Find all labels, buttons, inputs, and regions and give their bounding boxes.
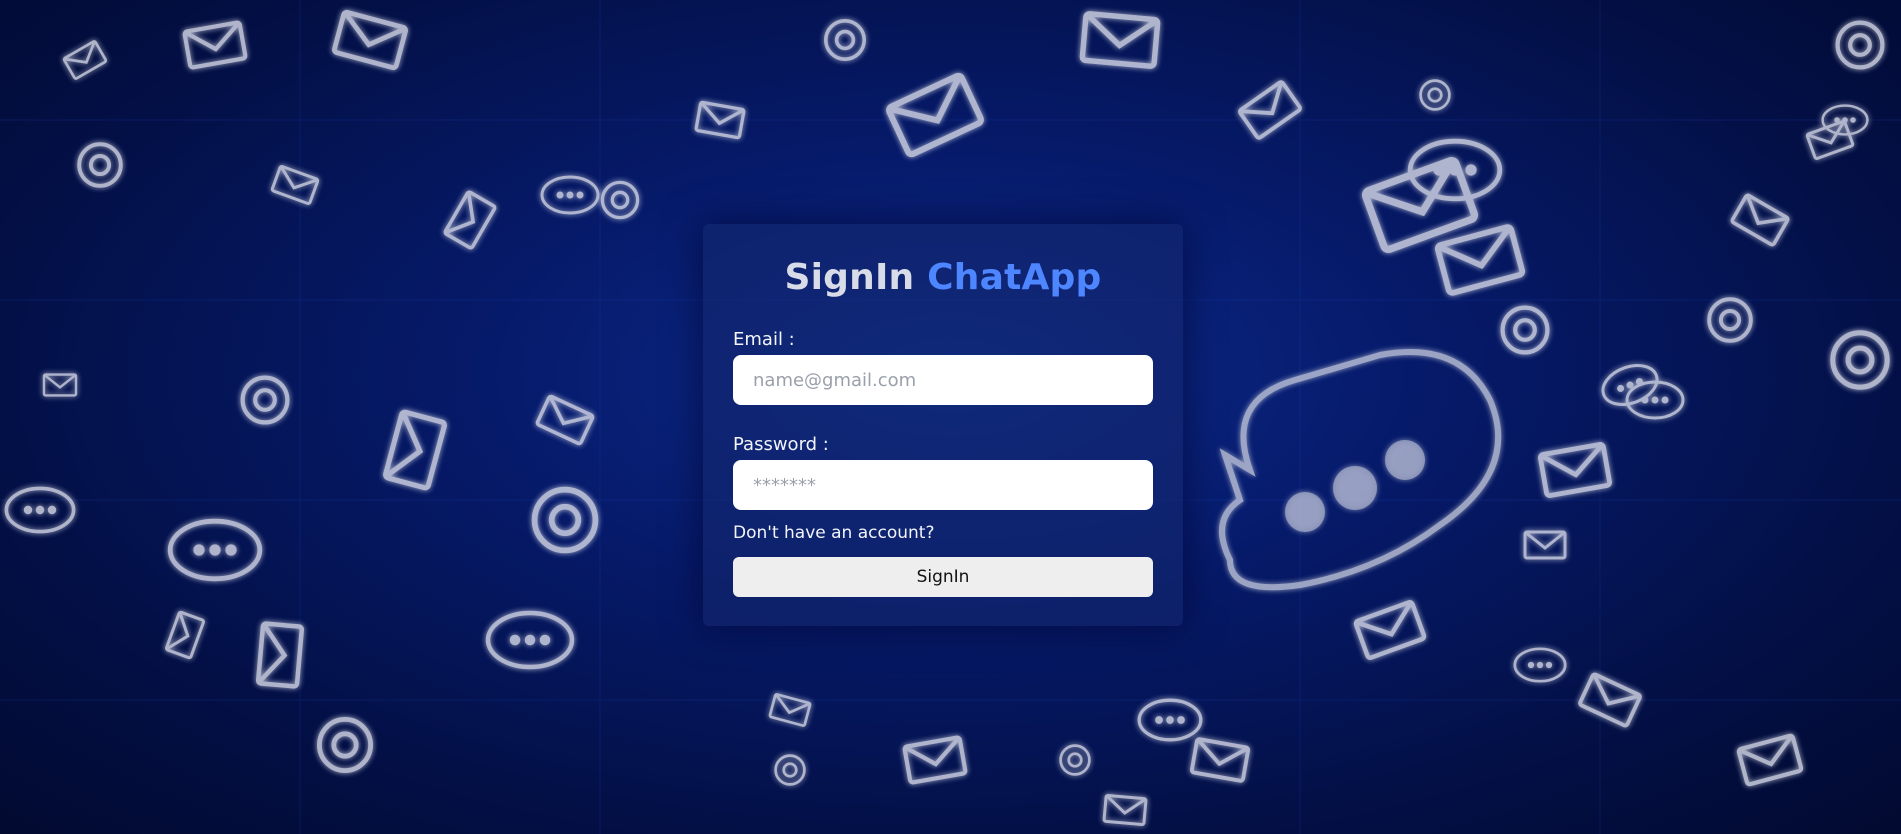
email-label: Email : [733,329,795,350]
signin-card: SignIn ChatApp Email : Password : Don't … [703,224,1183,626]
email-field[interactable] [733,355,1153,405]
page-title: SignIn ChatApp [703,257,1183,298]
signup-link[interactable]: Don't have an account? [733,523,934,543]
title-main: SignIn [784,257,915,298]
password-label: Password : [733,434,829,455]
signin-button[interactable]: SignIn [733,557,1153,597]
title-accent: ChatApp [927,257,1102,298]
password-field[interactable] [733,460,1153,510]
